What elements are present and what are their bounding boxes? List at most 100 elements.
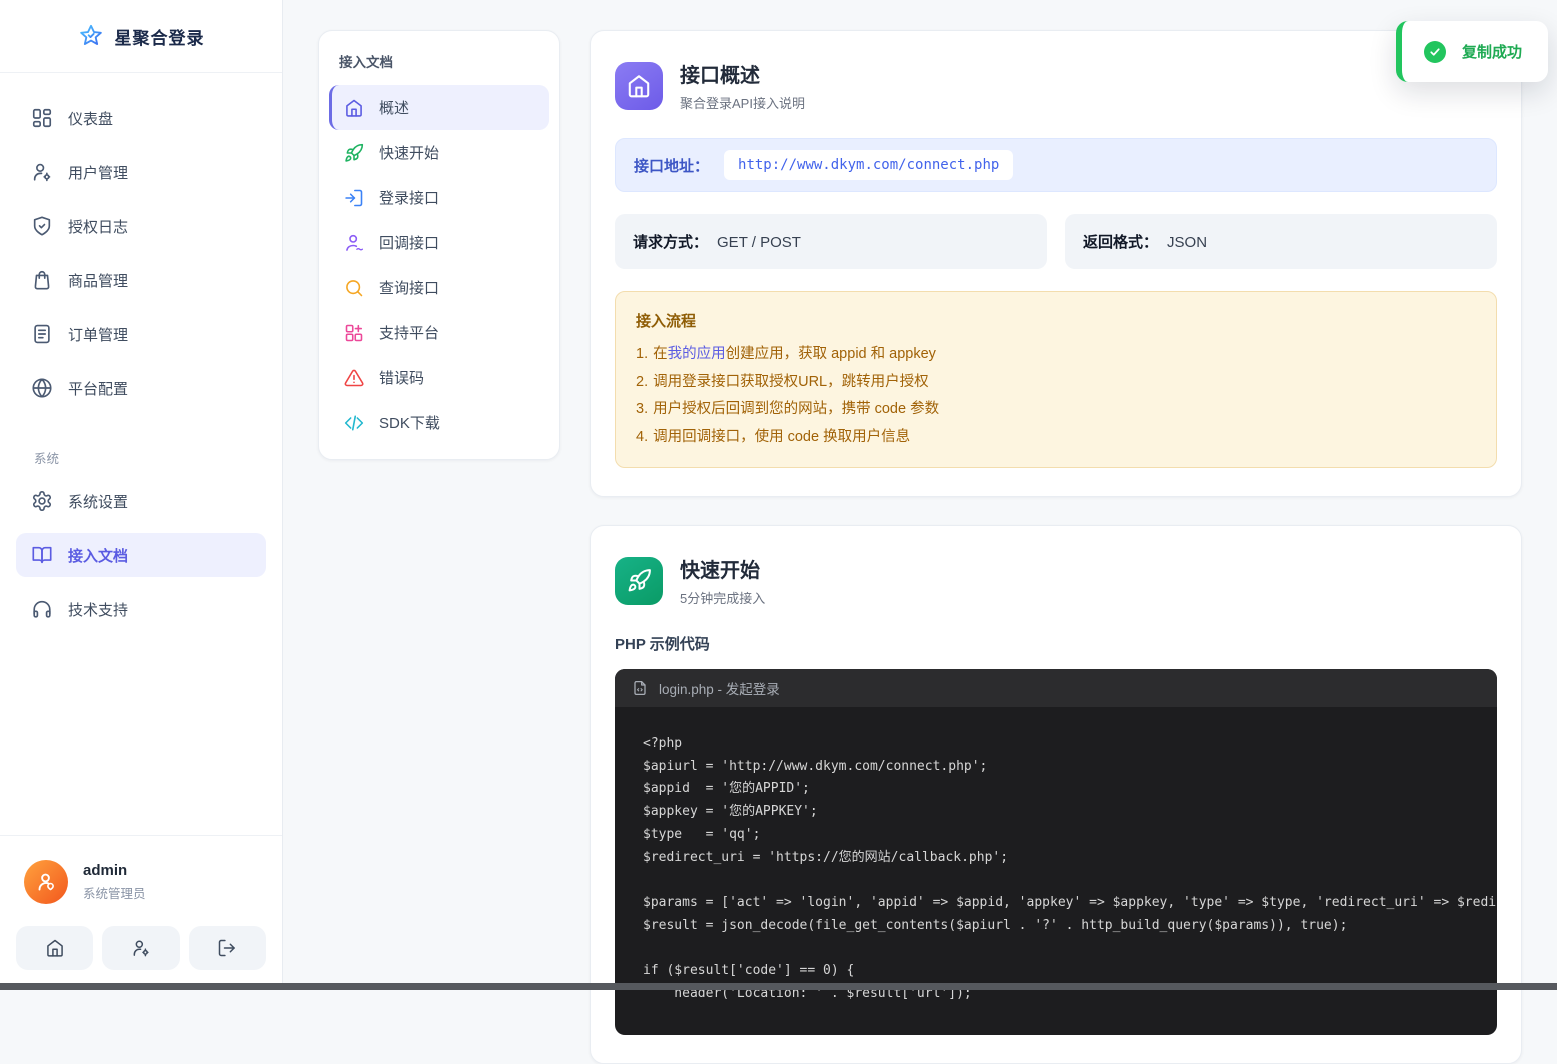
step-text: 创建应用，获取 appid 和 appkey — [726, 346, 936, 362]
doc-item-quickstart[interactable]: 快速开始 — [329, 130, 549, 175]
request-method-value: GET / POST — [717, 234, 801, 251]
user-settings-icon — [31, 161, 53, 183]
php-example-label: PHP 示例代码 — [615, 633, 1497, 654]
flow-title: 接入流程 — [636, 310, 1476, 331]
sidebar-item-users[interactable]: 用户管理 — [16, 150, 266, 194]
request-method-label: 请求方式： — [633, 234, 708, 251]
sidebar-item-docs[interactable]: 接入文档 — [16, 533, 266, 577]
sidebar-item-products[interactable]: 商品管理 — [16, 258, 266, 302]
book-icon — [31, 544, 53, 566]
user-icon — [34, 870, 58, 894]
doc-item-label: 回调接口 — [379, 232, 439, 253]
code-filename: login.php - 发起登录 — [659, 678, 780, 698]
rocket-icon — [344, 143, 364, 163]
logout-button[interactable] — [189, 926, 266, 970]
headphones-icon — [31, 598, 53, 620]
sidebar-item-label: 技术支持 — [68, 599, 128, 620]
doc-item-label: 错误码 — [379, 367, 424, 388]
step-text: 调用登录接口获取授权URL，跳转用户授权 — [653, 374, 929, 390]
home-icon — [45, 938, 65, 958]
flow-step-1: 1. 在我的应用创建应用，获取 appid 和 appkey — [636, 341, 1476, 369]
doc-item-label: 快速开始 — [379, 142, 439, 163]
app-logo: 星聚合登录 — [0, 0, 282, 73]
code-block-header: login.php - 发起登录 — [615, 669, 1497, 707]
code-block: login.php - 发起登录 <?php $apiurl = 'http:/… — [615, 669, 1497, 1035]
sidebar-section-system: 系统 — [16, 420, 266, 479]
response-format-box: 返回格式： JSON — [1065, 214, 1497, 269]
sidebar-item-label: 订单管理 — [68, 324, 128, 345]
step-text: 用户授权后回调到您的网站，携带 code 参数 — [653, 401, 939, 417]
doc-nav: 接入文档 概述 快速开始 登录接口 回调接口 查询接口 支持平台 错误码 — [318, 30, 560, 460]
alert-triangle-icon — [344, 368, 364, 388]
doc-item-error-codes[interactable]: 错误码 — [329, 355, 549, 400]
user-actions — [16, 926, 266, 970]
window-horizontal-scrollbar[interactable] — [0, 983, 1557, 990]
api-url-value[interactable]: http://www.dkym.com/connect.php — [724, 150, 1013, 180]
user-role: 系统管理员 — [83, 883, 146, 902]
doc-item-callback-api[interactable]: 回调接口 — [329, 220, 549, 265]
sidebar-item-auth-log[interactable]: 授权日志 — [16, 204, 266, 248]
code-icon — [344, 413, 364, 433]
sidebar-item-label: 用户管理 — [68, 162, 128, 183]
content-area: 接入文档 概述 快速开始 登录接口 回调接口 查询接口 支持平台 错误码 — [283, 0, 1557, 990]
overview-title: 接口概述 — [680, 59, 805, 88]
overview-card-header: 接口概述 聚合登录API接入说明 — [615, 59, 1497, 112]
app-title: 星聚合登录 — [115, 24, 205, 49]
star-logo-icon — [78, 23, 104, 49]
home-button[interactable] — [16, 926, 93, 970]
search-icon — [344, 278, 364, 298]
integration-flow-box: 接入流程 1. 在我的应用创建应用，获取 appid 和 appkey 2. 调用登… — [615, 291, 1497, 468]
sidebar-item-settings[interactable]: 系统设置 — [16, 479, 266, 523]
quickstart-card-icon — [615, 557, 663, 605]
check-circle-icon — [1424, 41, 1446, 63]
login-icon — [344, 188, 364, 208]
flow-step-3: 3. 用户授权后回调到您的网站，携带 code 参数 — [636, 396, 1476, 424]
shield-icon — [31, 215, 53, 237]
response-format-label: 返回格式： — [1083, 234, 1158, 251]
step-text: 调用回调接口，使用 code 换取用户信息 — [653, 429, 910, 445]
sidebar-item-label: 系统设置 — [68, 491, 128, 512]
sidebar-item-dashboard[interactable]: 仪表盘 — [16, 96, 266, 140]
overview-card: 接口概述 聚合登录API接入说明 接口地址： http://www.dkym.c… — [590, 30, 1522, 497]
doc-main-column: 接口概述 聚合登录API接入说明 接口地址： http://www.dkym.c… — [590, 30, 1522, 1064]
rocket-icon — [627, 568, 652, 593]
home-icon — [344, 98, 364, 118]
step-number: 2. — [636, 374, 648, 390]
step-number: 1. — [636, 346, 648, 362]
api-url-box: 接口地址： http://www.dkym.com/connect.php — [615, 138, 1497, 192]
doc-item-label: 登录接口 — [379, 187, 439, 208]
toast-message: 复制成功 — [1462, 41, 1522, 62]
quickstart-subtitle: 5分钟完成接入 — [680, 588, 765, 607]
request-method-box: 请求方式： GET / POST — [615, 214, 1047, 269]
doc-item-platforms[interactable]: 支持平台 — [329, 310, 549, 355]
main-sidebar: 星聚合登录 仪表盘 用户管理 授权日志 商品管理 订单管理 平台配置 系统 — [0, 0, 283, 990]
doc-nav-title: 接入文档 — [329, 49, 549, 85]
doc-item-sdk-download[interactable]: SDK下载 — [329, 400, 549, 445]
sidebar-item-support[interactable]: 技术支持 — [16, 587, 266, 631]
sidebar-item-platforms[interactable]: 平台配置 — [16, 366, 266, 410]
overview-card-icon — [615, 62, 663, 110]
step-number: 3. — [636, 401, 648, 417]
sidebar-item-label: 商品管理 — [68, 270, 128, 291]
response-format-value: JSON — [1167, 234, 1207, 251]
sidebar-item-orders[interactable]: 订单管理 — [16, 312, 266, 356]
doc-item-login-api[interactable]: 登录接口 — [329, 175, 549, 220]
order-file-icon — [31, 323, 53, 345]
home-icon — [626, 73, 652, 99]
my-apps-link[interactable]: 我的应用 — [668, 346, 726, 362]
quickstart-title: 快速开始 — [680, 554, 765, 583]
copy-success-toast: 复制成功 — [1396, 21, 1548, 82]
sidebar-item-label: 接入文档 — [68, 545, 128, 566]
profile-settings-button[interactable] — [102, 926, 179, 970]
callback-user-icon — [344, 233, 364, 253]
doc-item-overview[interactable]: 概述 — [329, 85, 549, 130]
step-text: 在 — [653, 346, 668, 362]
doc-item-label: 概述 — [379, 97, 409, 118]
grid-plus-icon — [344, 323, 364, 343]
doc-item-query-api[interactable]: 查询接口 — [329, 265, 549, 310]
sidebar-nav: 仪表盘 用户管理 授权日志 商品管理 订单管理 平台配置 系统 系统设置 — [0, 73, 282, 641]
flow-step-2: 2. 调用登录接口获取授权URL，跳转用户授权 — [636, 369, 1476, 397]
overview-subtitle: 聚合登录API接入说明 — [680, 93, 805, 112]
file-code-icon — [632, 680, 648, 696]
sidebar-item-label: 平台配置 — [68, 378, 128, 399]
